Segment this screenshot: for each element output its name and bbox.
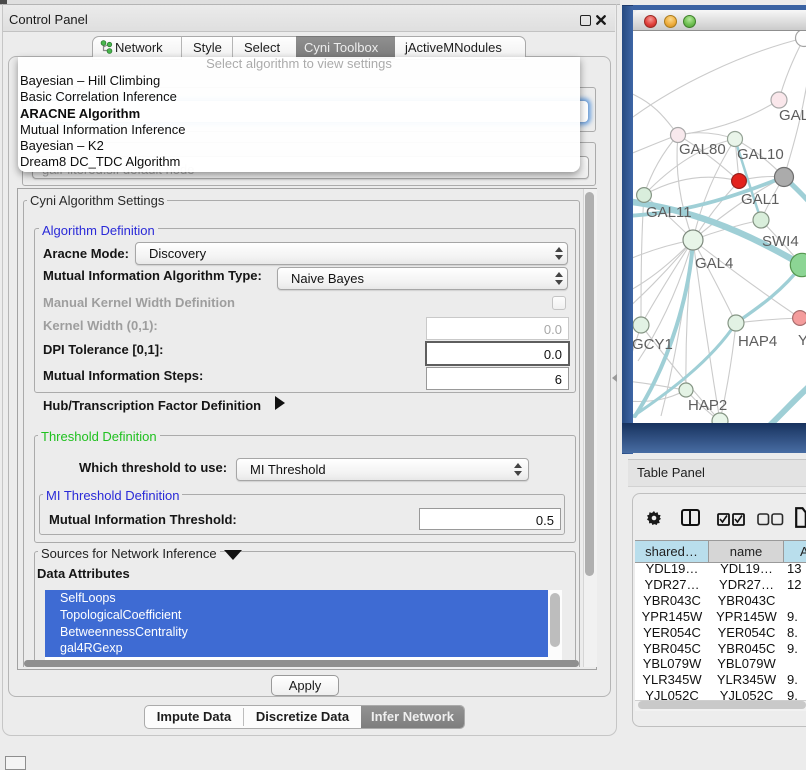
svg-text:YD: YD [798, 332, 806, 349]
svg-text:GAL1: GAL1 [741, 191, 779, 208]
svg-text:GAL11: GAL11 [646, 204, 692, 221]
svg-text:GAL2: GAL2 [779, 107, 806, 124]
svg-text:GAL10: GAL10 [737, 146, 784, 163]
svg-text:GCY1: GCY1 [633, 336, 673, 353]
svg-text:GAL80: GAL80 [679, 141, 726, 158]
svg-text:HAP2: HAP2 [688, 397, 727, 414]
svg-text:SWI4: SWI4 [762, 233, 799, 250]
svg-text:HAP4: HAP4 [738, 333, 777, 350]
svg-text:GAL4: GAL4 [695, 255, 733, 272]
